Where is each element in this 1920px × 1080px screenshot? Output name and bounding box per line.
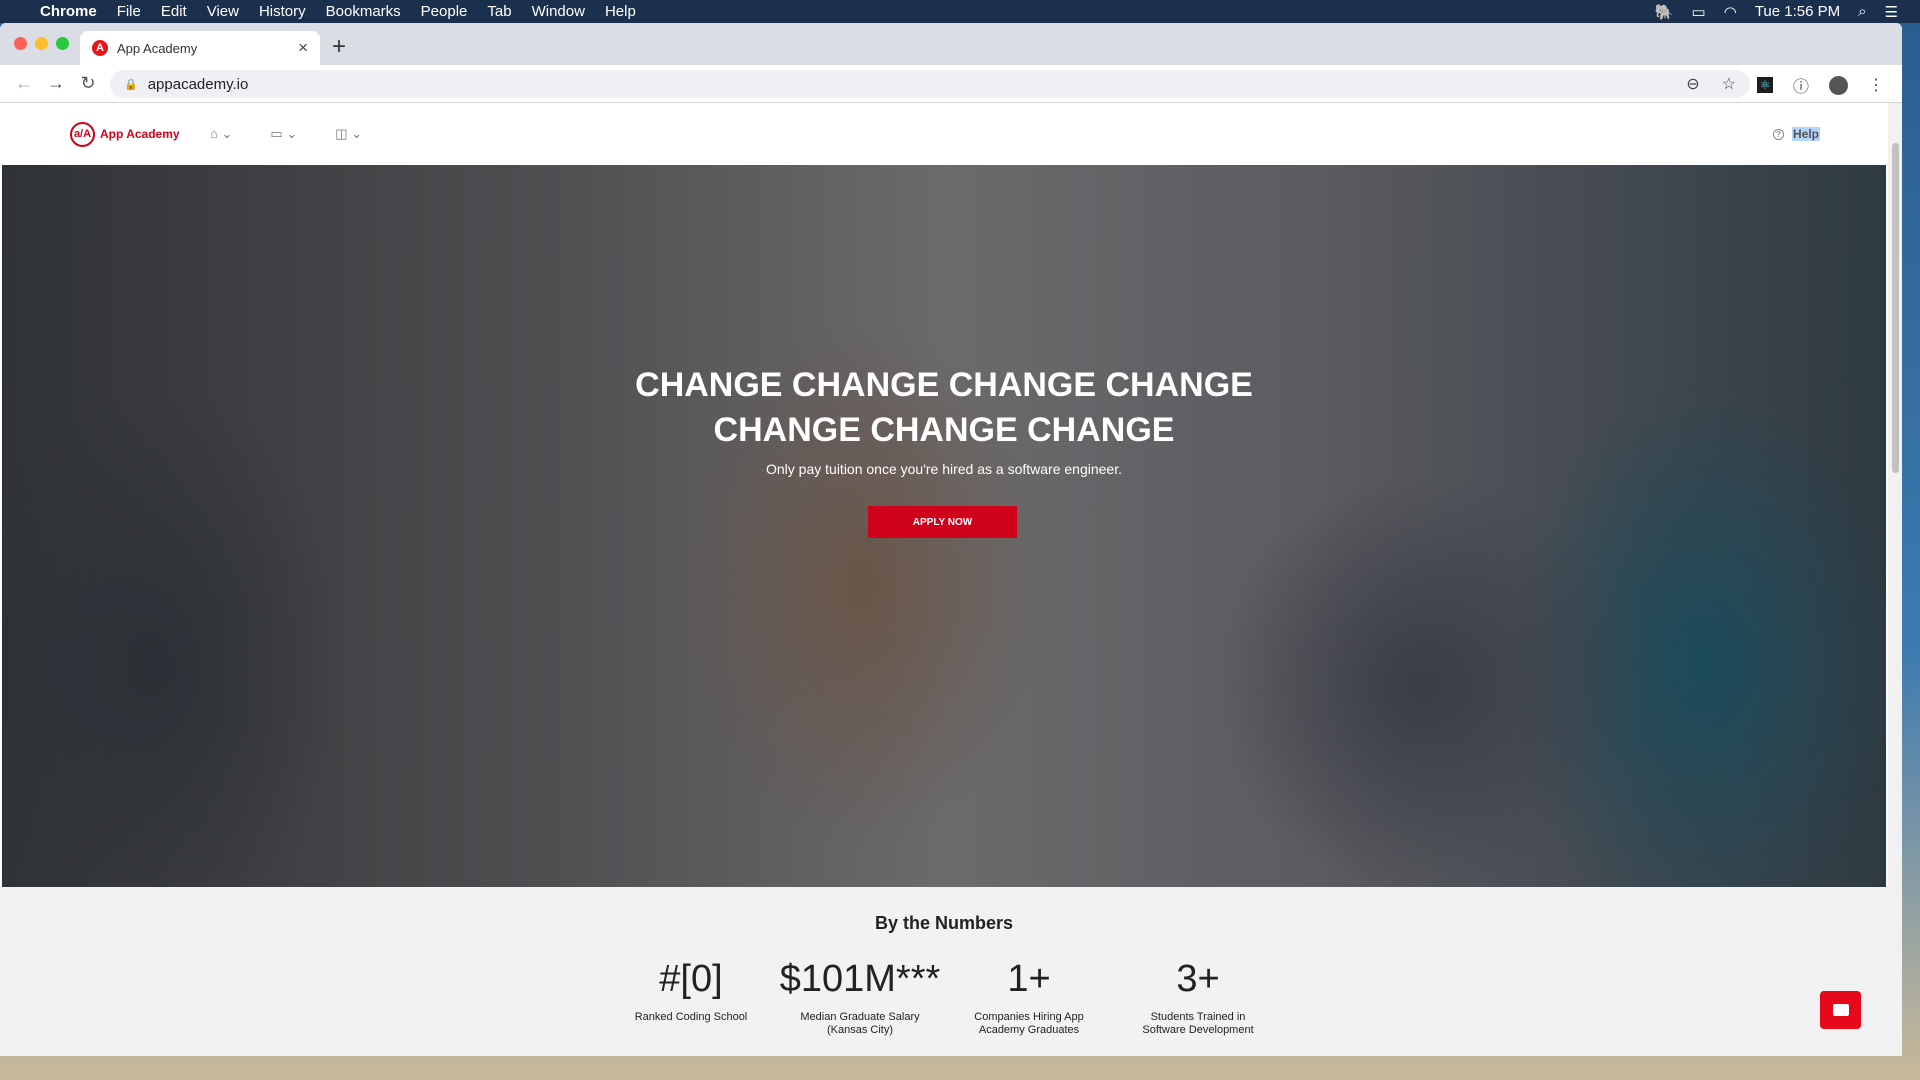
airplay-icon[interactable]: ▭ bbox=[1692, 3, 1706, 21]
menu-help[interactable]: Help bbox=[605, 3, 636, 20]
menu-people[interactable]: People bbox=[421, 3, 468, 20]
zoom-icon[interactable]: ⊖ bbox=[1686, 74, 1699, 94]
hero-subtitle: Only pay tuition once you're hired as a … bbox=[766, 461, 1122, 477]
page-content: a/A App Academy ⌂ ⌄ ▭ ⌄ ◫ ⌄ ? Help CHANG… bbox=[0, 103, 1888, 1056]
notification-center-icon[interactable]: ☰ bbox=[1885, 3, 1898, 21]
menu-window[interactable]: Window bbox=[532, 3, 585, 20]
logo-text: App Academy bbox=[100, 127, 180, 141]
chart-icon: ◫ bbox=[335, 126, 348, 141]
home-icon: ⌂ bbox=[210, 126, 218, 141]
stats-section: By the Numbers #[0] Ranked Coding School … bbox=[0, 887, 1888, 1056]
chat-widget-button[interactable] bbox=[1820, 991, 1861, 1029]
address-bar[interactable]: 🔒 appacademy.io ⊖ ☆ bbox=[110, 70, 1750, 98]
scrollbar[interactable] bbox=[1888, 103, 1902, 1056]
home-menu-dropdown[interactable]: ⌂ ⌄ bbox=[210, 126, 232, 142]
chevron-down-icon: ⌄ bbox=[351, 126, 363, 141]
chevron-down-icon: ⌄ bbox=[286, 126, 298, 141]
browser-window: A App Academy × + ← → ↻ 🔒 appacademy.io … bbox=[0, 23, 1902, 1056]
stat-value: $101M*** bbox=[779, 958, 941, 1000]
monitor-icon: ▭ bbox=[270, 126, 283, 141]
stat-label: Students Trained in Software Development bbox=[1142, 1011, 1254, 1036]
evernote-icon[interactable]: 🐘 bbox=[1655, 3, 1674, 21]
menu-tab[interactable]: Tab bbox=[487, 3, 511, 20]
chevron-down-icon: ⌄ bbox=[221, 126, 233, 141]
stat-value: #[0] bbox=[659, 958, 723, 1000]
minimize-window-button[interactable] bbox=[35, 37, 48, 50]
programs-menu-dropdown[interactable]: ▭ ⌄ bbox=[270, 126, 297, 142]
help-label: Help bbox=[1791, 127, 1820, 141]
stat-label: Companies Hiring App Academy Graduates bbox=[974, 1011, 1084, 1036]
hero-title-line-2: CHANGE CHANGE CHANGE bbox=[713, 411, 1175, 449]
favicon-icon: A bbox=[92, 40, 108, 56]
stat-value: 3+ bbox=[1176, 958, 1220, 1000]
stat-label: Ranked Coding School bbox=[634, 1011, 748, 1023]
menu-bookmarks[interactable]: Bookmarks bbox=[326, 3, 401, 20]
stat-label: Median Graduate Salary (Kansas City) bbox=[800, 1011, 920, 1036]
tab-strip: A App Academy × + bbox=[0, 23, 1902, 65]
menu-view[interactable]: View bbox=[207, 3, 239, 20]
site-nav: a/A App Academy ⌂ ⌄ ▭ ⌄ ◫ ⌄ ? Help bbox=[0, 103, 1888, 165]
help-link[interactable]: ? Help bbox=[1772, 127, 1820, 141]
profile-avatar-icon[interactable] bbox=[1829, 75, 1848, 95]
bookmark-star-icon[interactable]: ☆ bbox=[1722, 74, 1736, 94]
more-menu-icon[interactable]: ⋮ bbox=[1868, 75, 1884, 95]
hero-title: CHANGE CHANGE CHANGE CHANGE CHANGE CHANGE… bbox=[2, 363, 1886, 453]
reload-icon[interactable]: ↻ bbox=[72, 73, 104, 94]
stat-item: #[0] Ranked Coding School bbox=[606, 955, 776, 1024]
stat-item: 3+ Students Trained in Software Developme… bbox=[1113, 955, 1283, 1037]
question-icon: ? bbox=[1772, 128, 1784, 140]
outcomes-menu-dropdown[interactable]: ◫ ⌄ bbox=[335, 126, 362, 142]
extension-icon[interactable]: ⓘ bbox=[1793, 73, 1809, 97]
stat-item: 1+ Companies Hiring App Academy Graduates bbox=[944, 955, 1114, 1037]
stat-item: $101M*** Median Graduate Salary (Kansas C… bbox=[775, 955, 945, 1037]
logo-mark: a/A bbox=[70, 121, 95, 147]
hero-banner: CHANGE CHANGE CHANGE CHANGE CHANGE CHANGE… bbox=[2, 165, 1886, 887]
url-text[interactable]: appacademy.io bbox=[148, 76, 249, 93]
chat-icon bbox=[1832, 1004, 1849, 1016]
new-tab-button[interactable]: + bbox=[332, 33, 346, 61]
back-icon[interactable]: ← bbox=[8, 73, 40, 94]
logo[interactable]: a/A App Academy bbox=[70, 121, 180, 147]
menu-app-name[interactable]: Chrome bbox=[40, 3, 97, 20]
macos-menubar: Chrome File Edit View History Bookmarks … bbox=[0, 0, 1920, 23]
clock[interactable]: Tue 1:56 PM bbox=[1755, 3, 1840, 20]
apply-now-button[interactable]: APPLY NOW bbox=[868, 506, 1017, 538]
toolbar: ← → ↻ 🔒 appacademy.io ⊖ ☆ ⚛ ⓘ ⋮ bbox=[0, 65, 1902, 103]
close-tab-icon[interactable]: × bbox=[298, 38, 308, 58]
menu-file[interactable]: File bbox=[117, 3, 141, 20]
stat-value: 1+ bbox=[1007, 958, 1051, 1000]
stats-heading: By the Numbers bbox=[874, 913, 1014, 933]
tab-app-academy[interactable]: A App Academy × bbox=[80, 31, 320, 65]
zoom-window-button[interactable] bbox=[56, 37, 69, 50]
scrollbar-thumb[interactable] bbox=[1891, 143, 1899, 473]
hero-title-line-1: CHANGE CHANGE CHANGE CHANGE bbox=[635, 366, 1253, 404]
menu-edit[interactable]: Edit bbox=[161, 3, 187, 20]
spotlight-icon[interactable]: ⌕ bbox=[1858, 3, 1866, 20]
close-window-button[interactable] bbox=[14, 37, 27, 50]
react-devtools-icon[interactable]: ⚛ bbox=[1756, 77, 1773, 93]
forward-icon[interactable]: → bbox=[40, 73, 72, 94]
lock-icon[interactable]: 🔒 bbox=[124, 78, 138, 91]
menu-history[interactable]: History bbox=[259, 3, 306, 20]
wifi-icon[interactable]: ◠ bbox=[1724, 3, 1737, 21]
tab-title: App Academy bbox=[117, 40, 198, 56]
